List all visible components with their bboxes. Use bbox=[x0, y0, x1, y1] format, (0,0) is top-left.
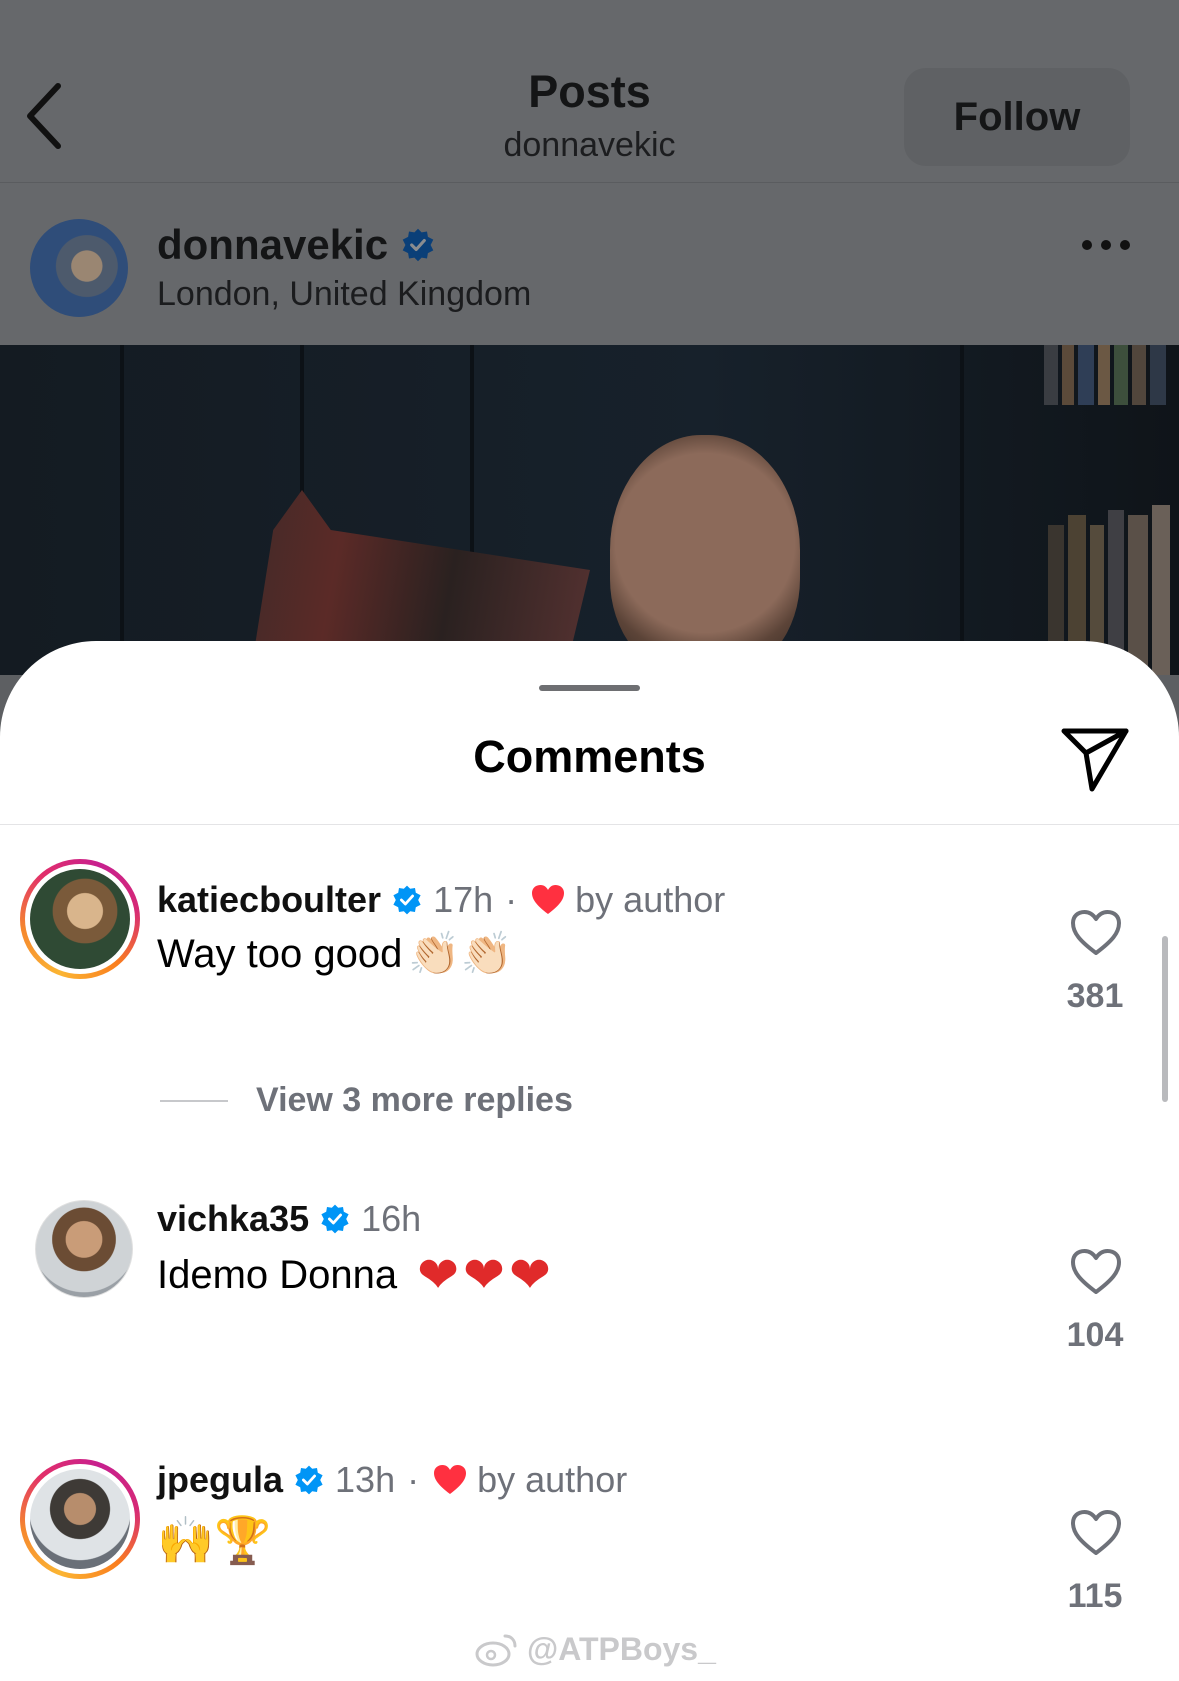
comment-text: 🙌🏆 bbox=[157, 1513, 272, 1568]
comment-body: Way too good bbox=[157, 931, 403, 976]
verified-badge-icon bbox=[295, 1465, 323, 1495]
view-replies-label: View 3 more replies bbox=[256, 1081, 573, 1119]
sheet-grabber[interactable] bbox=[539, 685, 640, 691]
comment-username[interactable]: jpegula bbox=[157, 1459, 283, 1501]
view-replies-button[interactable]: View 3 more replies bbox=[160, 1081, 573, 1120]
heart-outline-icon[interactable] bbox=[1070, 1248, 1122, 1296]
comment-emoji: ❤❤❤ bbox=[417, 1246, 555, 1304]
comment-item: vichka35 16h Idemo Donna ❤❤❤ 104 bbox=[0, 1198, 1179, 1358]
post-image[interactable] bbox=[0, 345, 1179, 675]
watermark: @ATPBoys_ bbox=[475, 1631, 716, 1668]
heart-outline-icon[interactable] bbox=[1070, 1509, 1122, 1557]
comment-text: Idemo Donna ❤❤❤ bbox=[157, 1250, 555, 1300]
bookshelf-shape bbox=[1040, 345, 1179, 675]
comment-time: 16h bbox=[361, 1198, 422, 1239]
comment-meta: jpegula 13h · by author bbox=[157, 1459, 627, 1501]
heart-filled-icon bbox=[532, 885, 565, 914]
like-count: 104 bbox=[1066, 1316, 1124, 1354]
more-options-icon[interactable] bbox=[1082, 240, 1130, 250]
comment-avatar[interactable] bbox=[20, 1459, 140, 1579]
comment-emoji: 👏🏻👏🏻 bbox=[408, 929, 513, 978]
watermark-text: @ATPBoys_ bbox=[527, 1631, 716, 1667]
share-send-icon[interactable] bbox=[1060, 725, 1130, 795]
top-header: Posts donnavekic Follow bbox=[0, 0, 1179, 183]
comment-item: katiecboulter 17h · by author Way too go… bbox=[0, 859, 1179, 1019]
comment-time: 13h bbox=[335, 1459, 396, 1500]
author-name-row[interactable]: donnavekic bbox=[157, 221, 436, 269]
follow-button[interactable]: Follow bbox=[904, 68, 1130, 166]
person-shape bbox=[610, 435, 800, 675]
heart-outline-icon[interactable] bbox=[1070, 909, 1122, 957]
verified-badge-icon bbox=[321, 1204, 349, 1234]
comment-avatar[interactable] bbox=[20, 859, 140, 979]
comments-sheet: Comments katiecboulter 17h · by author W… bbox=[0, 641, 1179, 1681]
comment-emoji: 🙌🏆 bbox=[157, 1513, 272, 1567]
verified-badge-icon bbox=[402, 228, 434, 262]
comment-meta: vichka35 16h bbox=[157, 1198, 421, 1240]
author-liked-label: by author bbox=[575, 879, 726, 920]
comment-text: Way too good 👏🏻👏🏻 bbox=[157, 929, 513, 979]
replies-line bbox=[160, 1099, 228, 1102]
post-location[interactable]: London, United Kingdom bbox=[157, 275, 531, 314]
verified-badge-icon bbox=[393, 885, 421, 915]
divider bbox=[0, 824, 1179, 825]
like-count: 381 bbox=[1066, 977, 1124, 1015]
comment-time: 17h bbox=[433, 879, 494, 920]
post-author-bar: donnavekic London, United Kingdom bbox=[0, 183, 1179, 345]
meta-separator: · bbox=[505, 879, 518, 920]
author-avatar[interactable] bbox=[30, 219, 128, 317]
sheet-title: Comments bbox=[473, 731, 706, 782]
heart-filled-icon bbox=[434, 1465, 467, 1494]
comment-username[interactable]: katiecboulter bbox=[157, 879, 381, 921]
meta-separator: · bbox=[407, 1459, 420, 1500]
author-username: donnavekic bbox=[157, 221, 389, 268]
comment-item: jpegula 13h · by author 🙌🏆 115 bbox=[0, 1459, 1179, 1619]
comment-body: Idemo Donna bbox=[157, 1252, 398, 1297]
comment-avatar[interactable] bbox=[35, 1200, 133, 1298]
like-count: 115 bbox=[1067, 1577, 1123, 1615]
comment-meta: katiecboulter 17h · by author bbox=[157, 879, 725, 921]
author-liked-label: by author bbox=[477, 1459, 628, 1500]
weibo-icon bbox=[475, 1634, 517, 1666]
comment-username[interactable]: vichka35 bbox=[157, 1198, 309, 1240]
